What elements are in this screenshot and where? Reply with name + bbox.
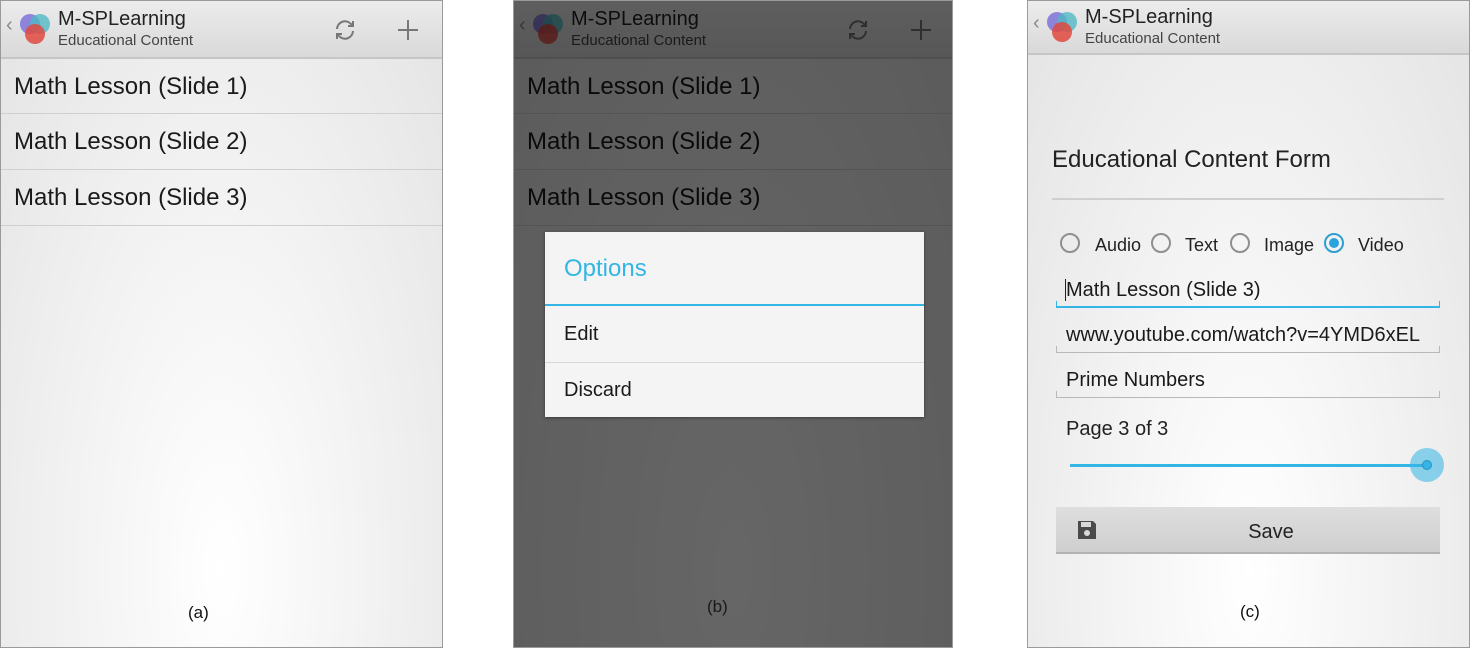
title-field[interactable]: Math Lesson (Slide 3) bbox=[1056, 272, 1440, 308]
topic-field[interactable]: Prime Numbers bbox=[1056, 362, 1440, 398]
screen-content-form: ‹ M-SPLearning Educational Content Educa… bbox=[1027, 0, 1470, 648]
options-dialog: Options Edit Discard bbox=[545, 232, 924, 417]
page-slider-thumb[interactable] bbox=[1422, 460, 1432, 470]
screen-options-dialog: ‹ M-SPLearning Educational Content Math … bbox=[513, 0, 953, 648]
page-slider-track[interactable] bbox=[1070, 464, 1426, 467]
discard-option[interactable]: Discard bbox=[545, 363, 924, 418]
edit-option[interactable]: Edit bbox=[545, 307, 924, 363]
radio-image[interactable] bbox=[1230, 233, 1250, 253]
figure-caption: (a) bbox=[188, 603, 209, 622]
lesson-item[interactable]: Math Lesson (Slide 1) bbox=[1, 59, 442, 114]
topic-field-value: Prime Numbers bbox=[1066, 369, 1205, 391]
refresh-button[interactable] bbox=[328, 13, 362, 47]
save-button[interactable]: Save bbox=[1056, 507, 1440, 554]
radio-label-video: Video bbox=[1358, 235, 1404, 255]
radio-video[interactable] bbox=[1324, 233, 1344, 253]
page-indicator: Page 3 of 3 bbox=[1066, 418, 1169, 440]
app-logo-icon[interactable] bbox=[1044, 10, 1080, 44]
figure-caption: (b) bbox=[707, 597, 728, 616]
app-title: M-SPLearning bbox=[1085, 6, 1213, 28]
form-title-divider bbox=[1052, 198, 1444, 200]
radio-label-image: Image bbox=[1264, 235, 1315, 255]
screen-lesson-list: ‹ M-SPLearning Educational Content Math … bbox=[0, 0, 443, 648]
lesson-list: Math Lesson (Slide 1) Math Lesson (Slide… bbox=[1, 59, 442, 226]
refresh-icon bbox=[336, 20, 354, 40]
up-navigation-icon[interactable]: ‹ bbox=[6, 14, 13, 37]
media-type-radio-group: Audio Text Image Video bbox=[1060, 233, 1460, 261]
up-navigation-icon[interactable]: ‹ bbox=[1033, 12, 1040, 35]
dialog-divider bbox=[545, 304, 924, 306]
app-subtitle: Educational Content bbox=[58, 32, 194, 49]
radio-text[interactable] bbox=[1151, 233, 1171, 253]
lesson-item[interactable]: Math Lesson (Slide 3) bbox=[1, 170, 442, 226]
app-subtitle: Educational Content bbox=[1085, 30, 1221, 47]
text-cursor bbox=[1065, 279, 1066, 301]
figure-caption: (c) bbox=[1240, 602, 1260, 621]
add-button[interactable] bbox=[391, 13, 425, 47]
action-bar: ‹ M-SPLearning Educational Content bbox=[1, 1, 442, 59]
save-button-label: Save bbox=[1248, 521, 1294, 543]
title-field-value: Math Lesson (Slide 3) bbox=[1066, 279, 1261, 301]
form-title: Educational Content Form bbox=[1052, 146, 1331, 173]
dialog-title: Options bbox=[564, 255, 647, 282]
action-bar: ‹ M-SPLearning Educational Content bbox=[1028, 1, 1469, 55]
app-title: M-SPLearning bbox=[58, 8, 186, 30]
url-field-value: www.youtube.com/watch?v=4YMD6xEL bbox=[1066, 324, 1421, 346]
url-field[interactable]: www.youtube.com/watch?v=4YMD6xEL bbox=[1056, 317, 1440, 353]
lesson-item[interactable]: Math Lesson (Slide 2) bbox=[1, 114, 442, 170]
add-icon bbox=[398, 20, 418, 40]
radio-audio[interactable] bbox=[1060, 233, 1080, 253]
radio-label-audio: Audio bbox=[1095, 235, 1142, 255]
app-logo-icon[interactable] bbox=[17, 12, 53, 46]
radio-label-text: Text bbox=[1185, 235, 1219, 255]
